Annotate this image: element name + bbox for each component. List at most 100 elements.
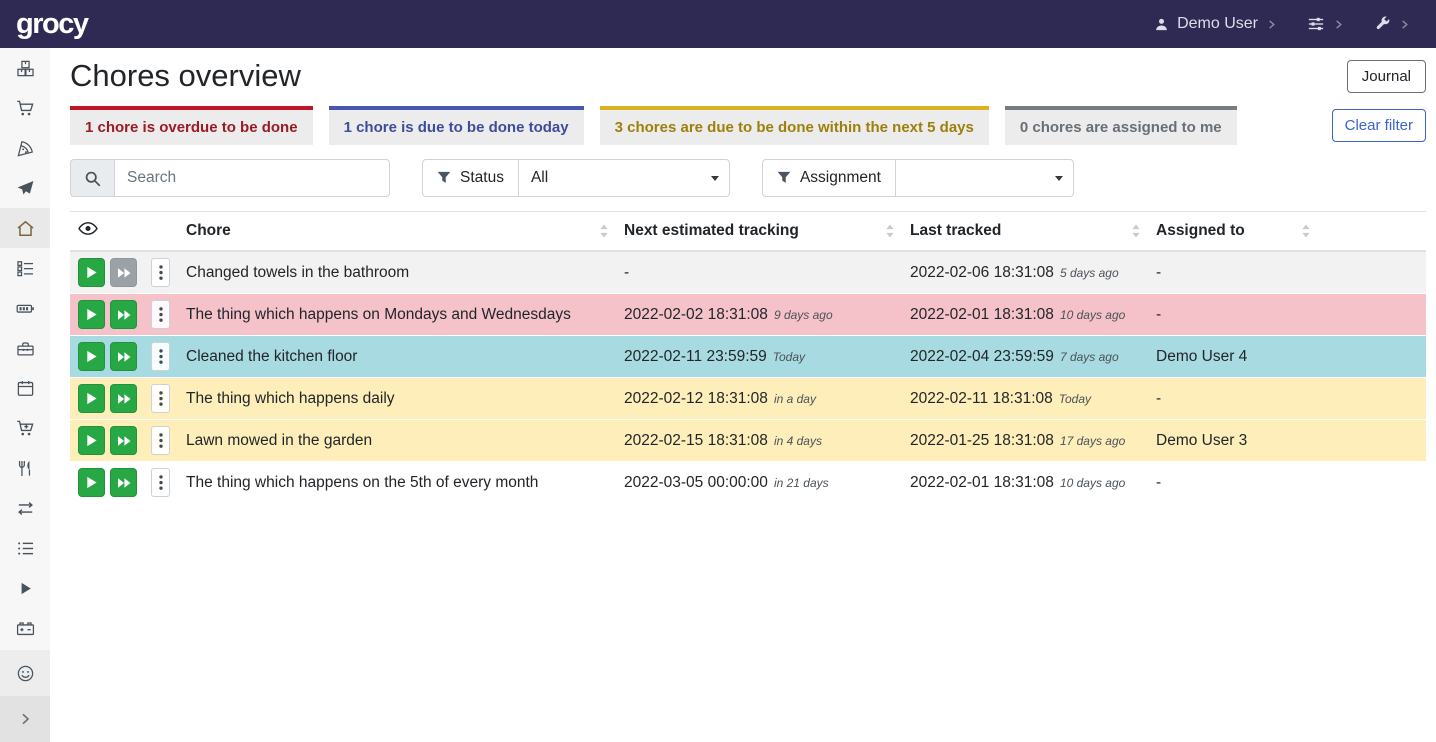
- chore-name: Cleaned the kitchen floor: [186, 348, 357, 365]
- wrench-icon: [1374, 16, 1391, 33]
- sidebar-item-chore-tracking[interactable]: [0, 568, 50, 608]
- track-execution-button[interactable]: [78, 342, 105, 371]
- brand-logo[interactable]: grocy: [16, 10, 87, 39]
- row-menu-button[interactable]: [151, 258, 170, 287]
- tasks-icon: [16, 259, 35, 278]
- search-input[interactable]: [114, 159, 390, 197]
- fast-forward-icon: [117, 267, 131, 279]
- fast-forward-icon: [117, 435, 131, 447]
- play-icon: [85, 308, 98, 321]
- sidebar-item-inventory[interactable]: [0, 528, 50, 568]
- status-card-overdue[interactable]: 1 chore is overdue to be done: [70, 106, 313, 145]
- column-header-assigned-to[interactable]: Assigned to: [1148, 212, 1318, 252]
- actions-cell: [70, 420, 178, 462]
- sidebar-item-battery-tracking[interactable]: [0, 608, 50, 648]
- main-content: Chores overview Journal 1 chore is overd…: [50, 48, 1436, 742]
- play-icon: [85, 350, 98, 363]
- play-icon: [85, 392, 98, 405]
- skip-execution-button[interactable]: [110, 342, 137, 371]
- sidebar-item-tasks[interactable]: [0, 248, 50, 288]
- table-row: Changed towels in the bathroom - 2022-02…: [70, 251, 1426, 294]
- skip-execution-button[interactable]: [110, 300, 137, 329]
- row-menu-button[interactable]: [151, 384, 170, 413]
- pizza-slice-icon: [16, 139, 35, 158]
- sidebar-item-batteries[interactable]: [0, 288, 50, 328]
- sidebar-item-chores[interactable]: [0, 208, 50, 248]
- filter-row: Status All Assignment: [70, 159, 1426, 197]
- cart-plus-icon: [16, 419, 35, 438]
- fast-forward-icon: [117, 477, 131, 489]
- next-tracking-relative: 9 days ago: [774, 308, 833, 322]
- row-menu-button[interactable]: [151, 300, 170, 329]
- admin-menu[interactable]: [1374, 16, 1410, 33]
- play-icon: [85, 434, 98, 447]
- skip-execution-button[interactable]: [110, 384, 137, 413]
- settings-menu[interactable]: [1307, 15, 1344, 33]
- paper-plane-icon: [16, 179, 35, 198]
- column-header-next-tracking[interactable]: Next estimated tracking: [616, 212, 902, 252]
- status-card-assigned-to-me[interactable]: 0 chores are assigned to me: [1005, 106, 1237, 145]
- chores-table-header: Chore Next estimated tracking Last track…: [70, 212, 1426, 252]
- track-execution-button[interactable]: [78, 384, 105, 413]
- calendar-icon: [16, 379, 35, 398]
- skip-execution-button[interactable]: [110, 468, 137, 497]
- column-visibility-header[interactable]: [70, 212, 178, 252]
- actions-cell: [70, 378, 178, 420]
- sidebar-item-recipes[interactable]: [0, 128, 50, 168]
- row-menu-button[interactable]: [151, 468, 170, 497]
- assignment-select[interactable]: [895, 160, 1073, 196]
- list-icon: [16, 539, 35, 558]
- clear-filter-button[interactable]: Clear filter: [1332, 109, 1426, 142]
- filler-cell: [1318, 420, 1426, 462]
- user-name: Demo User: [1177, 15, 1258, 33]
- filler-cell: [1318, 251, 1426, 294]
- status-card-due-soon[interactable]: 3 chores are due to be done within the n…: [600, 106, 989, 145]
- track-execution-button[interactable]: [78, 258, 105, 287]
- search-icon: [84, 170, 101, 187]
- sidebar-item-demo-smiley[interactable]: [0, 650, 50, 696]
- chore-name: Lawn mowed in the garden: [186, 432, 372, 449]
- next-tracking-time: 2022-02-11 23:59:59: [624, 348, 767, 365]
- status-select-value: All: [531, 169, 548, 187]
- column-header-last-tracked[interactable]: Last tracked: [902, 212, 1148, 252]
- table-row: Lawn mowed in the garden 2022-02-15 18:3…: [70, 420, 1426, 462]
- status-card-due-today[interactable]: 1 chore is due to be done today: [329, 106, 584, 145]
- status-filter-text: Status: [460, 169, 504, 187]
- column-header-chore[interactable]: Chore: [178, 212, 616, 252]
- ellipsis-vertical-icon: [159, 475, 163, 490]
- sidebar-toggle[interactable]: [0, 696, 50, 742]
- exchange-icon: [16, 499, 35, 518]
- track-execution-button[interactable]: [78, 426, 105, 455]
- track-execution-button[interactable]: [78, 300, 105, 329]
- sidebar-item-transfer[interactable]: [0, 488, 50, 528]
- eye-icon: [78, 221, 98, 236]
- play-icon: [85, 476, 98, 489]
- row-menu-button[interactable]: [151, 342, 170, 371]
- row-menu-button[interactable]: [151, 426, 170, 455]
- track-execution-button[interactable]: [78, 468, 105, 497]
- sidebar-item-shopping-list[interactable]: [0, 88, 50, 128]
- sort-icon: [1302, 225, 1310, 238]
- sidebar-item-equipment[interactable]: [0, 328, 50, 368]
- sidebar-item-consume[interactable]: [0, 448, 50, 488]
- sidebar-item-stock[interactable]: [0, 48, 50, 88]
- journal-button[interactable]: Journal: [1347, 60, 1426, 93]
- page-header: Chores overview Journal: [70, 58, 1426, 94]
- user-menu[interactable]: Demo User: [1154, 15, 1277, 33]
- assignment-filter-group: Assignment: [762, 159, 1074, 197]
- status-select[interactable]: All: [518, 160, 729, 196]
- chore-name: The thing which happens on Mondays and W…: [186, 306, 571, 323]
- sidebar-item-purchase[interactable]: [0, 408, 50, 448]
- next-tracking-relative: in a day: [774, 392, 816, 406]
- car-battery-icon: [16, 619, 35, 638]
- sidebar-item-calendar[interactable]: [0, 368, 50, 408]
- next-tracking-relative: in 4 days: [774, 434, 822, 448]
- chevron-right-icon: [17, 711, 33, 727]
- last-tracked-time: 2022-02-06 18:31:08: [910, 264, 1054, 281]
- column-label-last-tracked: Last tracked: [910, 222, 1001, 239]
- ellipsis-vertical-icon: [159, 433, 163, 448]
- last-tracked-time: 2022-02-11 18:31:08: [910, 390, 1053, 407]
- skip-execution-button[interactable]: [110, 258, 137, 287]
- skip-execution-button[interactable]: [110, 426, 137, 455]
- sidebar-item-meal-plan[interactable]: [0, 168, 50, 208]
